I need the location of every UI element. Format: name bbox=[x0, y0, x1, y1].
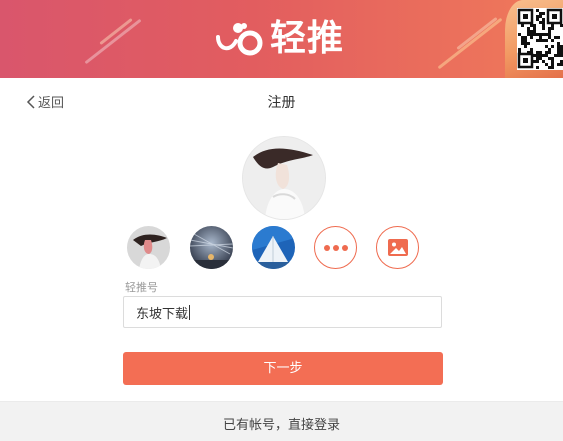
avatar-option-2[interactable] bbox=[190, 226, 233, 269]
image-icon bbox=[388, 239, 408, 256]
qr-code-icon[interactable] bbox=[517, 8, 563, 70]
text-caret bbox=[189, 304, 191, 320]
page-title: 注册 bbox=[267, 95, 296, 111]
qr-corner[interactable] bbox=[505, 0, 563, 78]
decorative-streak bbox=[84, 18, 142, 65]
account-label: 轻推号 bbox=[125, 281, 158, 294]
login-link[interactable]: 已有帐号，直接登录 bbox=[0, 414, 563, 433]
avatar-option-1[interactable] bbox=[127, 226, 170, 269]
avatar-option-3[interactable] bbox=[252, 226, 295, 269]
footer: 已有帐号，直接登录 bbox=[0, 401, 563, 441]
decorative-streak bbox=[456, 16, 498, 51]
selected-avatar[interactable] bbox=[243, 137, 325, 219]
brand: 轻推 bbox=[214, 16, 344, 62]
nav-bar: 返回 注册 bbox=[0, 78, 563, 124]
decorative-streak bbox=[437, 17, 503, 70]
account-input[interactable]: 东坡下载 bbox=[123, 296, 442, 328]
more-dots-icon bbox=[315, 227, 356, 268]
more-avatars-button[interactable] bbox=[314, 226, 357, 269]
qingtui-logo-icon bbox=[214, 19, 264, 59]
brand-name: 轻推 bbox=[270, 18, 345, 59]
account-input-value: 东坡下载 bbox=[136, 306, 189, 322]
next-step-button[interactable]: 下一步 bbox=[123, 352, 443, 385]
header-banner: 轻推 bbox=[0, 0, 563, 78]
upload-image-button[interactable] bbox=[376, 226, 419, 269]
